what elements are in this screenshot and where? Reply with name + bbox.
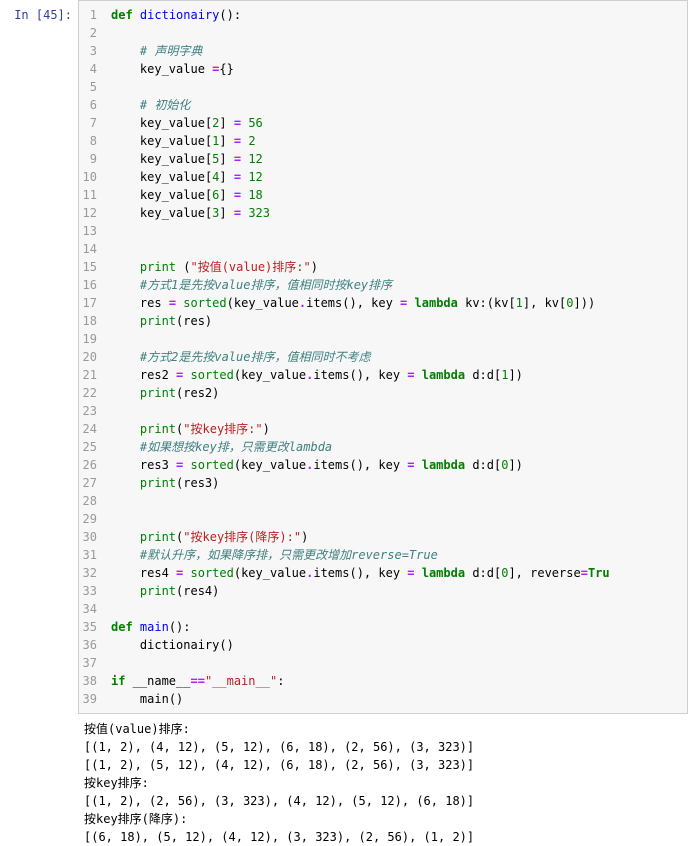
code-source[interactable]: def dictionairy(): # 声明字典 key_value ={} … [107,1,687,713]
line-number: 4 [79,60,107,78]
code-line[interactable] [111,24,679,42]
output-line: 按key排序(降序): [84,810,688,828]
line-number: 39 [79,690,107,708]
code-line[interactable]: if __name__=="__main__": [111,672,679,690]
code-line[interactable]: print(res3) [111,474,679,492]
line-number: 36 [79,636,107,654]
line-number: 35 [79,618,107,636]
code-line[interactable]: key_value[5] = 12 [111,150,679,168]
line-number: 32 [79,564,107,582]
output-line: 按key排序: [84,774,688,792]
line-number: 5 [79,78,107,96]
code-line[interactable]: #默认升序，如果降序排，只需更改增加reverse=True [111,546,679,564]
code-line[interactable]: key_value[6] = 18 [111,186,679,204]
code-line[interactable]: dictionairy() [111,636,679,654]
code-line[interactable]: res3 = sorted(key_value.items(), key = l… [111,456,679,474]
line-number: 28 [79,492,107,510]
code-line[interactable] [111,654,679,672]
line-number: 31 [79,546,107,564]
code-line[interactable] [111,240,679,258]
code-line[interactable] [111,600,679,618]
output-line: [(1, 2), (2, 56), (3, 323), (4, 12), (5,… [84,792,688,810]
line-number: 29 [79,510,107,528]
code-line[interactable]: #如果想按key排，只需更改lambda [111,438,679,456]
code-line[interactable] [111,510,679,528]
code-line[interactable]: res = sorted(key_value.items(), key = la… [111,294,679,312]
line-number: 33 [79,582,107,600]
code-line[interactable]: #方式2是先按value排序，值相同时不考虑 [111,348,679,366]
line-number: 7 [79,114,107,132]
line-number: 9 [79,150,107,168]
line-number: 6 [79,96,107,114]
line-number: 19 [79,330,107,348]
line-number: 37 [79,654,107,672]
input-cell: In [45]: 1234567891011121314151617181920… [0,0,688,714]
code-line[interactable] [111,222,679,240]
code-line[interactable] [111,330,679,348]
code-line[interactable]: print("按key排序(降序):") [111,528,679,546]
code-line[interactable]: print(res4) [111,582,679,600]
line-number: 17 [79,294,107,312]
line-number: 3 [79,42,107,60]
code-line[interactable]: key_value[4] = 12 [111,168,679,186]
output-line: [(6, 18), (5, 12), (4, 12), (3, 323), (2… [84,828,688,846]
line-number: 15 [79,258,107,276]
output-prompt [0,714,78,846]
code-line[interactable]: key_value[3] = 323 [111,204,679,222]
code-line[interactable]: key_value ={} [111,60,679,78]
code-line[interactable] [111,402,679,420]
line-number: 21 [79,366,107,384]
code-line[interactable]: def main(): [111,618,679,636]
line-number: 20 [79,348,107,366]
line-number: 38 [79,672,107,690]
line-number: 24 [79,420,107,438]
code-line[interactable]: print(res) [111,312,679,330]
line-number: 27 [79,474,107,492]
code-area[interactable]: 1234567891011121314151617181920212223242… [78,0,688,714]
line-number: 11 [79,186,107,204]
code-line[interactable]: print ("按值(value)排序:") [111,258,679,276]
output-line: [(1, 2), (5, 12), (4, 12), (6, 18), (2, … [84,756,688,774]
code-line[interactable]: key_value[2] = 56 [111,114,679,132]
code-line[interactable]: # 声明字典 [111,42,679,60]
input-prompt: In [45]: [0,0,78,714]
line-number-gutter: 1234567891011121314151617181920212223242… [79,1,107,713]
line-number: 10 [79,168,107,186]
line-number: 14 [79,240,107,258]
line-number: 13 [79,222,107,240]
line-number: 18 [79,312,107,330]
output-line: [(1, 2), (4, 12), (5, 12), (6, 18), (2, … [84,738,688,756]
line-number: 2 [79,24,107,42]
code-line[interactable] [111,78,679,96]
line-number: 23 [79,402,107,420]
code-line[interactable]: res4 = sorted(key_value.items(), key = l… [111,564,679,582]
line-number: 8 [79,132,107,150]
code-line[interactable]: key_value[1] = 2 [111,132,679,150]
code-line[interactable]: print(res2) [111,384,679,402]
line-number: 30 [79,528,107,546]
line-number: 1 [79,6,107,24]
line-number: 26 [79,456,107,474]
code-line[interactable]: print("按key排序:") [111,420,679,438]
output-cell: 按值(value)排序:[(1, 2), (4, 12), (5, 12), (… [0,714,688,846]
code-line[interactable]: main() [111,690,679,708]
line-number: 25 [79,438,107,456]
line-number: 12 [79,204,107,222]
code-line[interactable]: def dictionairy(): [111,6,679,24]
output-line: 按值(value)排序: [84,720,688,738]
line-number: 22 [79,384,107,402]
code-line[interactable]: # 初始化 [111,96,679,114]
code-line[interactable]: #方式1是先按value排序，值相同时按key排序 [111,276,679,294]
line-number: 16 [79,276,107,294]
output-text: 按值(value)排序:[(1, 2), (4, 12), (5, 12), (… [78,714,688,846]
code-line[interactable]: res2 = sorted(key_value.items(), key = l… [111,366,679,384]
code-line[interactable] [111,492,679,510]
line-number: 34 [79,600,107,618]
